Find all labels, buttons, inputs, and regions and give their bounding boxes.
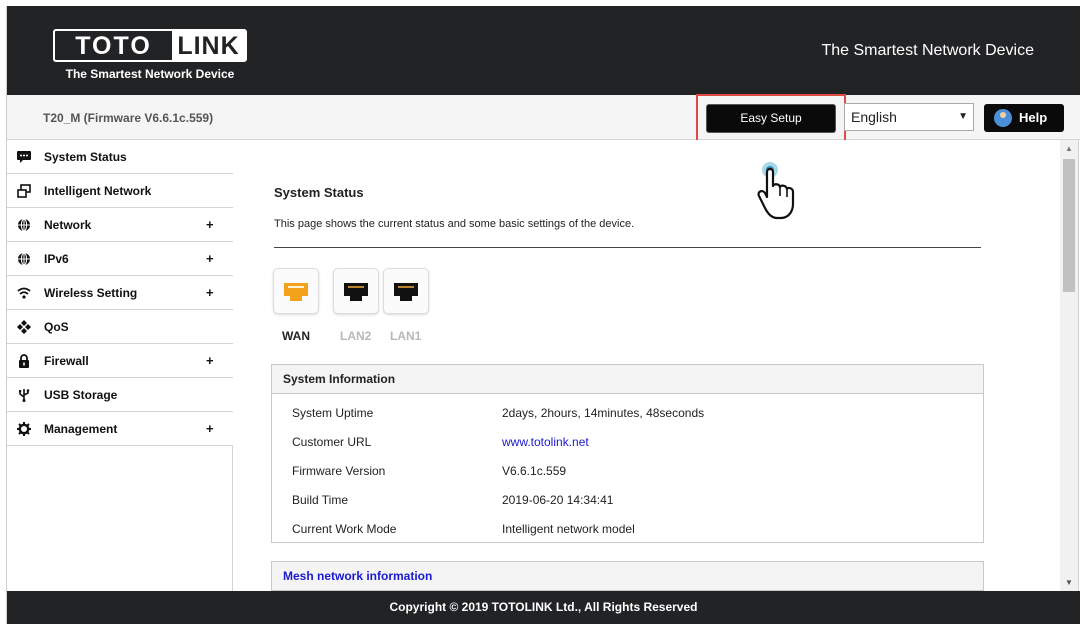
page-title: System Status: [274, 185, 364, 200]
info-row-firmware: Firmware Version V6.6.1c.559: [272, 455, 983, 484]
globe-icon: [18, 218, 30, 232]
info-key: Current Work Mode: [292, 522, 397, 536]
expand-plus-icon[interactable]: +: [206, 217, 214, 232]
easy-setup-button[interactable]: Easy Setup: [706, 104, 836, 133]
sidebar-item-label: IPv6: [44, 252, 69, 266]
wifi-icon: [17, 287, 31, 299]
page-description: This page shows the current status and s…: [274, 218, 635, 230]
expand-plus-icon[interactable]: +: [206, 353, 214, 368]
customer-url-link[interactable]: www.totolink.net: [502, 435, 589, 449]
scroll-down-arrow-icon[interactable]: ▼: [1060, 574, 1078, 591]
port-label-lan1: LAN1: [390, 329, 422, 343]
info-row-customer-url: Customer URL www.totolink.net: [272, 426, 983, 455]
ethernet-jack-icon: [394, 283, 418, 301]
globe-icon: [18, 252, 30, 266]
lock-icon: [19, 354, 29, 368]
language-value: English: [851, 109, 897, 125]
language-select[interactable]: English ▼: [844, 103, 974, 131]
ethernet-jack-icon: [344, 283, 368, 301]
logo-word-link: LINK: [172, 31, 245, 60]
logo-frame: TOTO LINK: [53, 29, 247, 62]
info-value: 2019-06-20 14:34:41: [502, 493, 614, 507]
port-lan2-icon: [333, 268, 379, 314]
logo-word-toto: TOTO: [75, 32, 152, 60]
mesh-network-panel: Mesh network information: [271, 561, 984, 591]
sidebar-item-firewall[interactable]: Firewall +: [7, 344, 233, 378]
info-key: System Uptime: [292, 406, 374, 420]
router-admin-page: TOTO LINK The Smartest Network Device Th…: [6, 6, 1080, 624]
info-value: Intelligent network model: [502, 522, 635, 536]
toolbar: T20_M (Firmware V6.6.1c.559) Easy Setup …: [7, 94, 1080, 145]
footer: Copyright © 2019 TOTOLINK Ltd., All Righ…: [7, 591, 1080, 624]
expand-plus-icon[interactable]: +: [206, 421, 214, 436]
header-slogan: The Smartest Network Device: [821, 42, 1034, 59]
divider: [274, 247, 981, 248]
device-model-label: T20_M (Firmware V6.6.1c.559): [43, 111, 214, 125]
info-value: V6.6.1c.559: [502, 464, 567, 478]
usb-icon: [19, 389, 30, 402]
dropdown-arrow-icon: ▼: [958, 111, 968, 122]
sidebar-item-label: Firewall: [44, 354, 89, 368]
info-key: Customer URL: [292, 435, 372, 449]
expand-plus-icon[interactable]: +: [206, 285, 214, 300]
ethernet-jack-icon: [284, 283, 308, 301]
info-row-build-time: Build Time 2019-06-20 14:34:41: [272, 484, 983, 513]
hand-pointer-icon: [757, 162, 795, 220]
scroll-thumb[interactable]: [1063, 159, 1075, 292]
mesh-panel-header[interactable]: Mesh network information: [272, 562, 983, 591]
system-information-panel: System Information System Uptime 2days, …: [271, 364, 984, 543]
sidebar-item-ipv6[interactable]: IPv6 +: [7, 242, 233, 276]
info-key: Build Time: [292, 493, 349, 507]
port-lan1-icon: [383, 268, 429, 314]
sidebar-item-usb-storage[interactable]: USB Storage: [7, 378, 233, 412]
totolink-logo: TOTO LINK The Smartest Network Device: [53, 29, 247, 87]
content-scrollbar[interactable]: ▲ ▼: [1060, 140, 1078, 591]
help-label: Help: [1019, 110, 1048, 125]
user-help-icon: [994, 109, 1012, 127]
port-wan-icon: [273, 268, 319, 314]
port-label-wan: WAN: [282, 329, 310, 343]
sidebar-item-wireless-setting[interactable]: Wireless Setting +: [7, 276, 233, 310]
sidebar-menu: System Status Intelligent Network Networ…: [7, 140, 233, 591]
info-key: Firmware Version: [292, 464, 386, 478]
sidebar-item-qos[interactable]: QoS: [7, 310, 233, 344]
chat-icon: [17, 151, 31, 163]
info-value: 2days, 2hours, 14minutes, 48seconds: [502, 406, 705, 420]
sidebar-item-intelligent-network[interactable]: Intelligent Network: [7, 174, 233, 208]
sidebar-item-label: QoS: [44, 320, 69, 334]
help-button[interactable]: Help: [984, 104, 1064, 132]
windows-icon: [17, 184, 31, 198]
port-label-lan2: LAN2: [340, 329, 372, 343]
sidebar-item-label: Wireless Setting: [44, 286, 138, 300]
sidebar-item-label: USB Storage: [44, 388, 118, 402]
main-content: System Status This page shows the curren…: [234, 140, 1060, 591]
info-row-work-mode: Current Work Mode Intelligent network mo…: [272, 513, 983, 542]
sidebar-item-system-status[interactable]: System Status: [7, 140, 233, 174]
qos-icon: [17, 320, 31, 334]
sidebar-item-network[interactable]: Network +: [7, 208, 233, 242]
sidebar-item-label: System Status: [44, 150, 127, 164]
sidebar-item-label: Network: [44, 218, 92, 232]
gear-icon: [17, 422, 31, 436]
header-bar: TOTO LINK The Smartest Network Device Th…: [7, 6, 1080, 95]
info-row-uptime: System Uptime 2days, 2hours, 14minutes, …: [272, 397, 983, 426]
panel-header: System Information: [272, 365, 983, 394]
sidebar-item-management[interactable]: Management +: [7, 412, 233, 446]
sidebar-item-label: Management: [44, 422, 118, 436]
expand-plus-icon[interactable]: +: [206, 251, 214, 266]
scroll-up-arrow-icon[interactable]: ▲: [1060, 140, 1078, 157]
sidebar-item-label: Intelligent Network: [44, 184, 152, 198]
logo-tagline: The Smartest Network Device: [65, 67, 235, 81]
